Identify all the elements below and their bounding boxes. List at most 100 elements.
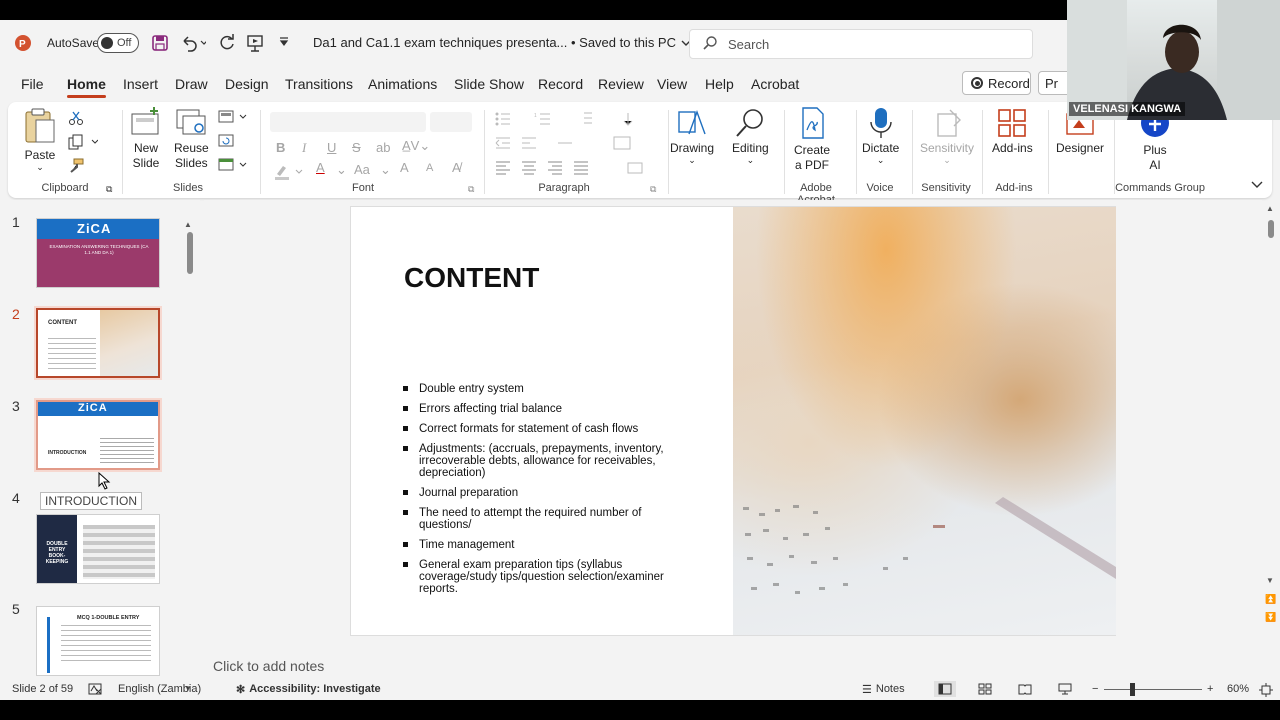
zoom-in-icon[interactable]: + [1207, 683, 1213, 695]
tab-record[interactable]: Record [538, 76, 583, 92]
format-painter-icon[interactable] [68, 158, 84, 177]
normal-view-icon[interactable] [934, 681, 956, 697]
chevron-down-icon: ⌄ [876, 155, 885, 165]
tab-insert[interactable]: Insert [123, 76, 158, 92]
undo-icon[interactable] [180, 34, 206, 52]
record-icon [971, 77, 983, 89]
tab-file[interactable]: File [21, 76, 44, 92]
previous-slide-icon[interactable]: ⏫ [1265, 594, 1276, 605]
clear-formatting-icon[interactable]: A̸ [452, 160, 461, 175]
slide-thumbnail-5[interactable]: MCQ 1-DOUBLE ENTRY [36, 606, 160, 676]
change-case-button[interactable]: Aa [354, 162, 370, 177]
slide-thumbnail-3[interactable]: ZiCA INTRODUCTION [34, 398, 162, 472]
fit-to-window-icon[interactable] [1259, 683, 1273, 700]
document-title[interactable]: Da1 and Ca1.1 exam techniques presenta..… [313, 35, 691, 50]
character-spacing-icon[interactable]: A̲V⌄ [402, 138, 430, 154]
paste-button[interactable]: Paste ⌄ [22, 106, 58, 173]
next-slide-icon[interactable]: ⏬ [1265, 612, 1276, 623]
search-box[interactable]: Search [689, 29, 1033, 59]
thumb-title: MCQ 1-DOUBLE ENTRY [77, 615, 140, 621]
spelling-icon[interactable] [88, 683, 102, 698]
tab-transitions[interactable]: Transitions [285, 76, 353, 92]
collapse-ribbon-icon[interactable] [1251, 178, 1263, 193]
zoom-level[interactable]: 60% [1227, 683, 1249, 695]
indent-icons[interactable] [494, 134, 644, 155]
slide-thumbnail-1[interactable]: ZiCA EXAMINATION ANSWERING TECHNIQUES (C… [36, 218, 160, 288]
save-icon[interactable] [151, 34, 169, 52]
highlight-icon[interactable] [274, 164, 304, 183]
zoom-out-icon[interactable]: − [1092, 683, 1098, 695]
tab-home[interactable]: Home [67, 76, 106, 98]
tab-view[interactable]: View [657, 76, 687, 92]
present-from-start-icon[interactable] [246, 34, 264, 52]
tab-slide-show[interactable]: Slide Show [454, 76, 524, 92]
notes-pane[interactable]: Click to add notes [204, 658, 1262, 678]
text-shadow-icon[interactable]: ab [376, 140, 390, 155]
section-icon[interactable] [218, 158, 248, 175]
scroll-up-icon[interactable]: ▲ [1266, 204, 1274, 213]
new-slide-button[interactable]: New Slide [130, 106, 162, 171]
tab-animations[interactable]: Animations [368, 76, 437, 92]
font-family-select[interactable] [270, 112, 426, 132]
tab-review[interactable]: Review [598, 76, 644, 92]
chevron-down-icon[interactable]: ⌄ [380, 162, 391, 178]
slide-count[interactable]: Slide 2 of 59 [12, 683, 73, 695]
reset-icon[interactable] [218, 134, 234, 151]
alignment-icons[interactable] [494, 158, 654, 179]
copy-icon[interactable] [68, 134, 99, 153]
bold-button[interactable]: B [276, 140, 285, 155]
dialog-launcher-icon[interactable]: ⧉ [650, 184, 656, 195]
customize-qat-icon[interactable] [278, 36, 290, 48]
slides-pane: 1 ZiCA EXAMINATION ANSWERING TECHNIQUES … [0, 200, 200, 693]
slide-bullet-list[interactable]: Double entry system Errors affecting tri… [403, 383, 673, 603]
create-pdf-button[interactable]: Create a PDF [794, 106, 830, 173]
chevron-down-icon[interactable]: ⌄ [336, 162, 347, 178]
tab-help[interactable]: Help [705, 76, 734, 92]
scroll-down-icon[interactable]: ▼ [1266, 576, 1274, 585]
autosave-toggle[interactable]: Off [97, 33, 139, 53]
increase-font-size-button[interactable]: A [400, 160, 409, 175]
record-button-label: Record [988, 75, 1030, 91]
underline-button[interactable]: U [327, 140, 336, 155]
record-button[interactable]: Record [962, 71, 1031, 95]
notes-button[interactable]: ☰ Notes [862, 683, 905, 696]
tab-acrobat[interactable]: Acrobat [751, 76, 799, 92]
dialog-launcher-icon[interactable]: ⧉ [468, 184, 474, 195]
slide-thumbnail-4[interactable]: DOUBLE ENTRY BOOK-KEEPING [36, 514, 160, 584]
drawing-button[interactable]: Drawing ⌄ [670, 106, 714, 166]
cut-icon[interactable] [68, 110, 84, 129]
sensitivity-button[interactable]: Sensitivity ⌄ [920, 106, 974, 166]
dialog-launcher-icon[interactable]: ⧉ [106, 184, 112, 195]
redo-icon[interactable] [218, 34, 236, 52]
language-status[interactable]: English (Zambia) [118, 683, 201, 695]
decrease-font-size-button[interactable]: A [426, 162, 433, 174]
accessibility-status[interactable]: ✻ Accessibility: Investigate [236, 683, 381, 696]
reading-view-icon[interactable] [1018, 683, 1032, 698]
editor-scrollbar[interactable] [1268, 220, 1274, 238]
current-slide[interactable]: CONTENT Double entry system Errors affec… [350, 206, 1116, 636]
zoom-slider[interactable] [1104, 689, 1202, 690]
font-color-button[interactable]: A [316, 160, 325, 175]
editing-button[interactable]: Editing ⌄ [732, 106, 769, 166]
slide-thumbnail-2[interactable]: CONTENT [34, 306, 162, 380]
slideshow-icon[interactable] [1058, 683, 1072, 698]
thumbnails-scrollbar[interactable] [187, 232, 193, 274]
add-ins-button[interactable]: Add-ins [992, 106, 1033, 155]
dictate-button[interactable]: Dictate ⌄ [862, 106, 899, 166]
drawing-label: Drawing [670, 141, 715, 155]
scroll-up-icon[interactable]: ▲ [184, 220, 192, 229]
font-size-select[interactable] [430, 112, 472, 132]
tab-design[interactable]: Design [225, 76, 269, 92]
italic-button[interactable]: I [302, 140, 306, 156]
add-ins-icon [998, 109, 1027, 137]
slide-title[interactable]: CONTENT [404, 262, 539, 294]
strikethrough-button[interactable]: S [352, 140, 361, 155]
reuse-slides-button[interactable]: Reuse Slides [174, 106, 209, 171]
list-item: Errors affecting trial balance [403, 403, 673, 415]
layout-icon[interactable] [218, 110, 248, 127]
bullets-icon[interactable]: 1 [494, 110, 644, 131]
zoom-slider-thumb[interactable] [1130, 683, 1135, 696]
slide-sorter-icon[interactable] [978, 683, 992, 698]
slide-photo[interactable] [733, 207, 1116, 635]
tab-draw[interactable]: Draw [175, 76, 208, 92]
